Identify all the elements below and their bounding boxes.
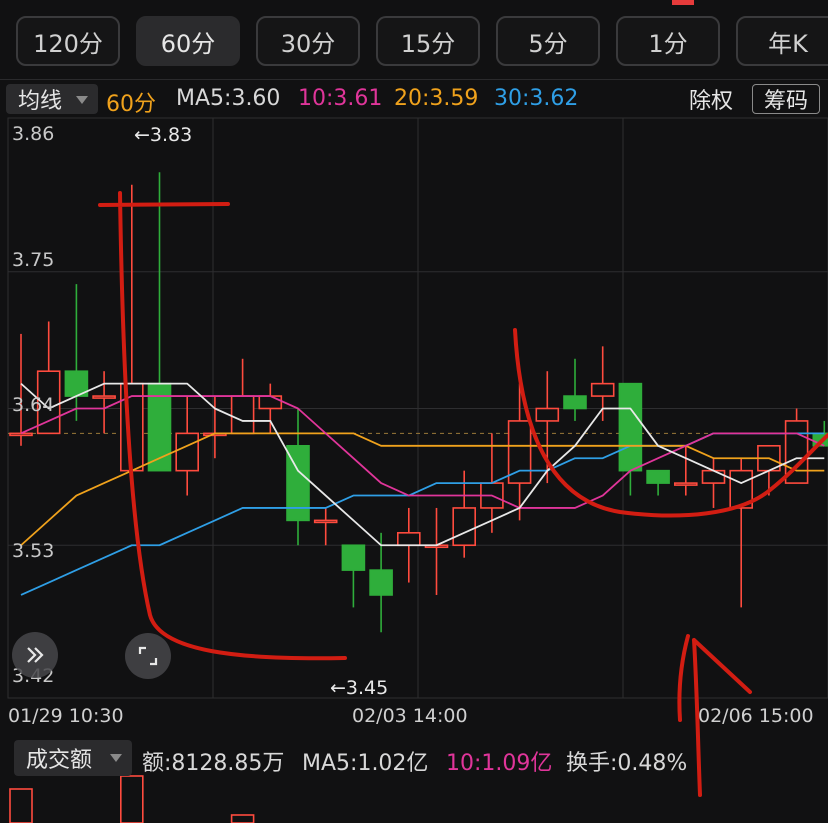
kline-chart[interactable] [0, 0, 828, 823]
volume-bar [230, 814, 255, 823]
volume-ma10: 10:1.09亿 [446, 751, 553, 776]
candle-body [258, 395, 283, 410]
volume-bars [9, 775, 255, 823]
volume-ma5: MA5:1.02亿 [302, 751, 429, 776]
y-label-3.86: 3.86 [12, 123, 55, 145]
fullscreen-button[interactable] [125, 633, 171, 679]
volume-legend: 成交额 额:8128.85万 MA5:1.02亿 10:1.09亿 换手:0.4… [0, 740, 828, 778]
volume-amount: 额:8128.85万 [142, 751, 285, 776]
candle-body [618, 382, 643, 472]
x-label-mid: 02/03 14:00 [352, 705, 468, 727]
candle-body [563, 395, 587, 410]
expand-double-chevron-icon [27, 647, 44, 663]
candle-body [452, 507, 477, 547]
candle-body [92, 395, 116, 399]
candles [9, 172, 828, 633]
candle-body [673, 482, 698, 486]
turnover-rate: 换手:0.48% [566, 751, 688, 776]
candle-body [535, 407, 560, 422]
y-label-3.64: 3.64 [12, 394, 55, 416]
candle-body [175, 432, 199, 472]
x-label-end: 02/06 15:00 [698, 705, 814, 727]
volume-selector-label: 成交额 [26, 748, 93, 773]
candle-body [590, 382, 615, 397]
candle-body [313, 519, 338, 524]
y-label-3.53: 3.53 [12, 540, 55, 562]
candle-body [341, 544, 366, 571]
volume-indicator-selector[interactable]: 成交额 [14, 740, 132, 776]
fullscreen-corners-icon [138, 646, 158, 666]
low-price-annotation: ←3.45 [330, 677, 389, 699]
expand-panel-button[interactable] [12, 632, 58, 678]
dropdown-caret-icon [110, 754, 122, 762]
candle-body [369, 569, 393, 596]
candle-body [9, 432, 33, 437]
volume-bar [120, 775, 144, 823]
x-label-start: 01/29 10:30 [8, 705, 124, 727]
high-price-annotation: ←3.83 [134, 124, 193, 146]
candle-body [396, 532, 421, 547]
candle-body [230, 395, 255, 435]
y-label-3.75: 3.75 [12, 249, 55, 271]
volume-bar [9, 788, 33, 823]
candle-body [701, 469, 726, 484]
candle-body [646, 469, 670, 484]
drawing-right-curve [513, 328, 828, 518]
